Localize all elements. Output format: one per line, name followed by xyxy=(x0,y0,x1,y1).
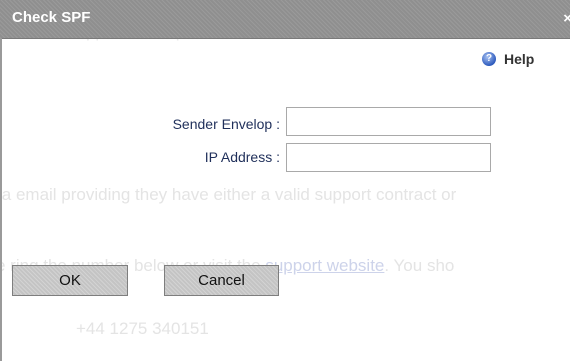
help-label[interactable]: Help xyxy=(504,51,534,67)
sender-envelope-label: Sender Envelop : xyxy=(172,116,280,132)
close-icon[interactable]: × xyxy=(563,10,570,27)
ip-address-label: IP Address : xyxy=(204,149,280,165)
cancel-button[interactable]: Cancel xyxy=(164,265,279,296)
dialog-titlebar[interactable]: Check SPF × xyxy=(0,0,570,39)
help-icon[interactable]: ? xyxy=(482,52,496,66)
help-link[interactable]: ? Help xyxy=(482,51,534,67)
ok-button[interactable]: OK xyxy=(12,265,128,296)
check-spf-dialog: Check SPF × ? Help Sender Envelop : IP A… xyxy=(0,0,570,361)
ip-address-input[interactable] xyxy=(286,143,491,172)
dialog-title: Check SPF xyxy=(12,9,91,26)
sender-envelope-input[interactable] xyxy=(286,107,491,136)
dialog-border xyxy=(0,38,2,361)
